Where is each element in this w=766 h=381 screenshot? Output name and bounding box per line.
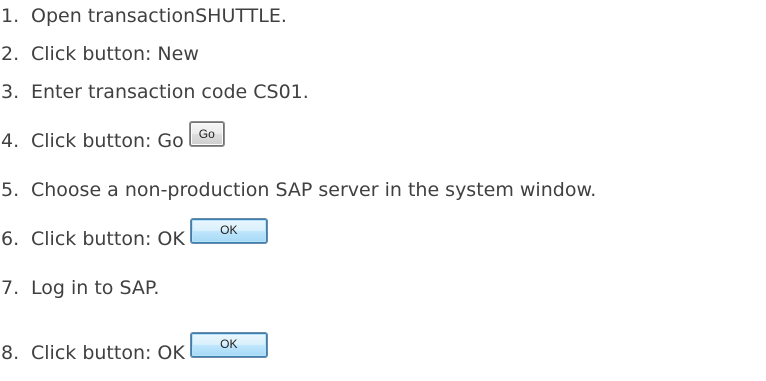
- step-text: Click button: Go: [31, 130, 184, 152]
- step-3: 3. Enter transaction code CS01.: [0, 76, 309, 108]
- step-text: Click button: New: [31, 43, 199, 65]
- step-text: Enter transaction code CS01.: [31, 81, 309, 103]
- step-4: 4. Click button: Go Go: [0, 122, 224, 157]
- step-text: Open transactionSHUTTLE.: [31, 5, 287, 27]
- ok-button-image: OK: [190, 333, 267, 357]
- step-number: 6.: [1, 228, 20, 250]
- step-8: 8. Click button: OK OK: [0, 333, 267, 369]
- ok-button-image: OK: [190, 219, 267, 243]
- step-6: 6. Click button: OK OK: [0, 219, 267, 255]
- step-number: 8.: [1, 342, 20, 364]
- step-text: Click button: OK: [31, 342, 185, 364]
- step-number: 5.: [1, 179, 20, 201]
- step-5: 5. Choose a non-production SAP server in…: [0, 174, 596, 206]
- step-number: 2.: [1, 43, 20, 65]
- step-number: 4.: [1, 130, 20, 152]
- step-7: 7. Log in to SAP.: [0, 272, 159, 304]
- step-2: 2. Click button: New: [0, 38, 199, 70]
- step-1: 1. Open transactionSHUTTLE.: [0, 0, 287, 32]
- go-button-image: Go: [189, 122, 224, 146]
- step-text: Click button: OK: [31, 228, 185, 250]
- step-number: 3.: [1, 81, 20, 103]
- step-text: Log in to SAP.: [31, 277, 160, 299]
- step-number: 1.: [1, 5, 20, 27]
- step-text: Choose a non-production SAP server in th…: [31, 179, 597, 201]
- step-number: 7.: [1, 277, 20, 299]
